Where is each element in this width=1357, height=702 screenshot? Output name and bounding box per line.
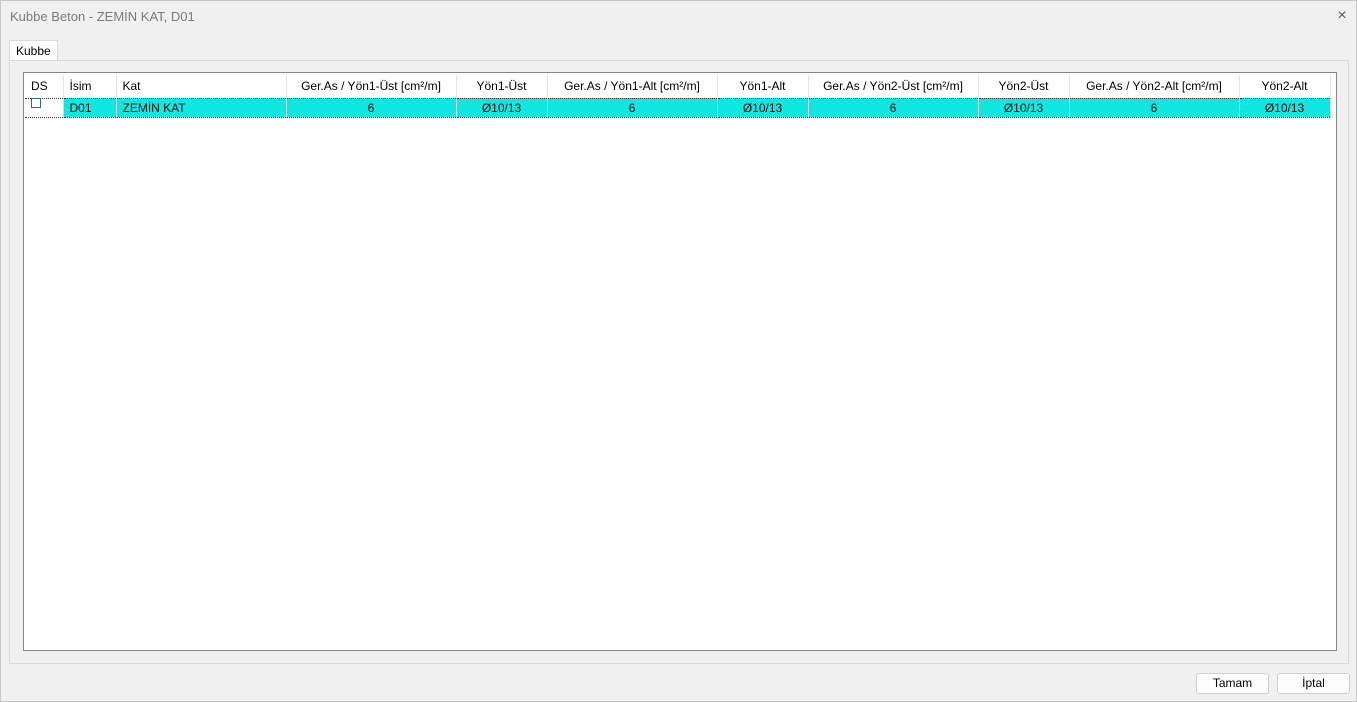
cell-yon1-ust[interactable]: Ø10/13 bbox=[456, 97, 548, 118]
column-header-isim[interactable]: İsim bbox=[63, 75, 117, 98]
column-header-yon1-alt[interactable]: Yön1-Alt bbox=[717, 75, 809, 98]
column-header-geras-yon2-alt[interactable]: Ger.As / Yön2-Alt [cm²/m] bbox=[1069, 75, 1240, 98]
cell-geras-yon1-alt[interactable]: 6 bbox=[547, 97, 718, 118]
table-row[interactable]: D01 ZEMİN KAT 6 Ø10/13 6 Ø10/13 6 Ø10/13… bbox=[25, 97, 1331, 118]
cell-geras-yon2-ust[interactable]: 6 bbox=[808, 97, 979, 118]
column-header-ds[interactable]: DS bbox=[25, 75, 64, 98]
column-header-geras-yon2-ust[interactable]: Ger.As / Yön2-Üst [cm²/m] bbox=[808, 75, 979, 98]
cancel-button[interactable]: İptal bbox=[1277, 673, 1350, 694]
cell-yon1-alt[interactable]: Ø10/13 bbox=[717, 97, 809, 118]
cell-isim[interactable]: D01 bbox=[63, 97, 117, 118]
tab-kubbe[interactable]: Kubbe bbox=[9, 40, 58, 61]
cell-yon2-ust[interactable]: Ø10/13 bbox=[978, 97, 1070, 118]
close-icon[interactable]: × bbox=[1329, 3, 1355, 29]
data-grid[interactable]: DS İsim Kat Ger.As / Yön1-Üst [cm²/m] Yö… bbox=[23, 72, 1337, 651]
ok-button[interactable]: Tamam bbox=[1196, 673, 1269, 694]
column-header-geras-yon1-ust[interactable]: Ger.As / Yön1-Üst [cm²/m] bbox=[286, 75, 457, 98]
column-header-yon2-ust[interactable]: Yön2-Üst bbox=[978, 75, 1070, 98]
ds-checkbox[interactable] bbox=[31, 97, 41, 108]
cell-geras-yon1-ust[interactable]: 6 bbox=[286, 97, 457, 118]
column-header-yon1-ust[interactable]: Yön1-Üst bbox=[456, 75, 548, 98]
column-header-yon2-alt[interactable]: Yön2-Alt bbox=[1239, 75, 1331, 98]
cell-yon2-alt[interactable]: Ø10/13 bbox=[1239, 97, 1331, 118]
ds-cell[interactable] bbox=[25, 97, 64, 118]
header-row: DS İsim Kat Ger.As / Yön1-Üst [cm²/m] Yö… bbox=[25, 75, 1331, 98]
cell-kat[interactable]: ZEMİN KAT bbox=[116, 97, 287, 118]
window-title: Kubbe Beton - ZEMİN KAT, D01 bbox=[10, 9, 195, 24]
column-header-kat[interactable]: Kat bbox=[116, 75, 287, 98]
cell-geras-yon2-alt[interactable]: 6 bbox=[1069, 97, 1240, 118]
column-header-geras-yon1-alt[interactable]: Ger.As / Yön1-Alt [cm²/m] bbox=[547, 75, 718, 98]
